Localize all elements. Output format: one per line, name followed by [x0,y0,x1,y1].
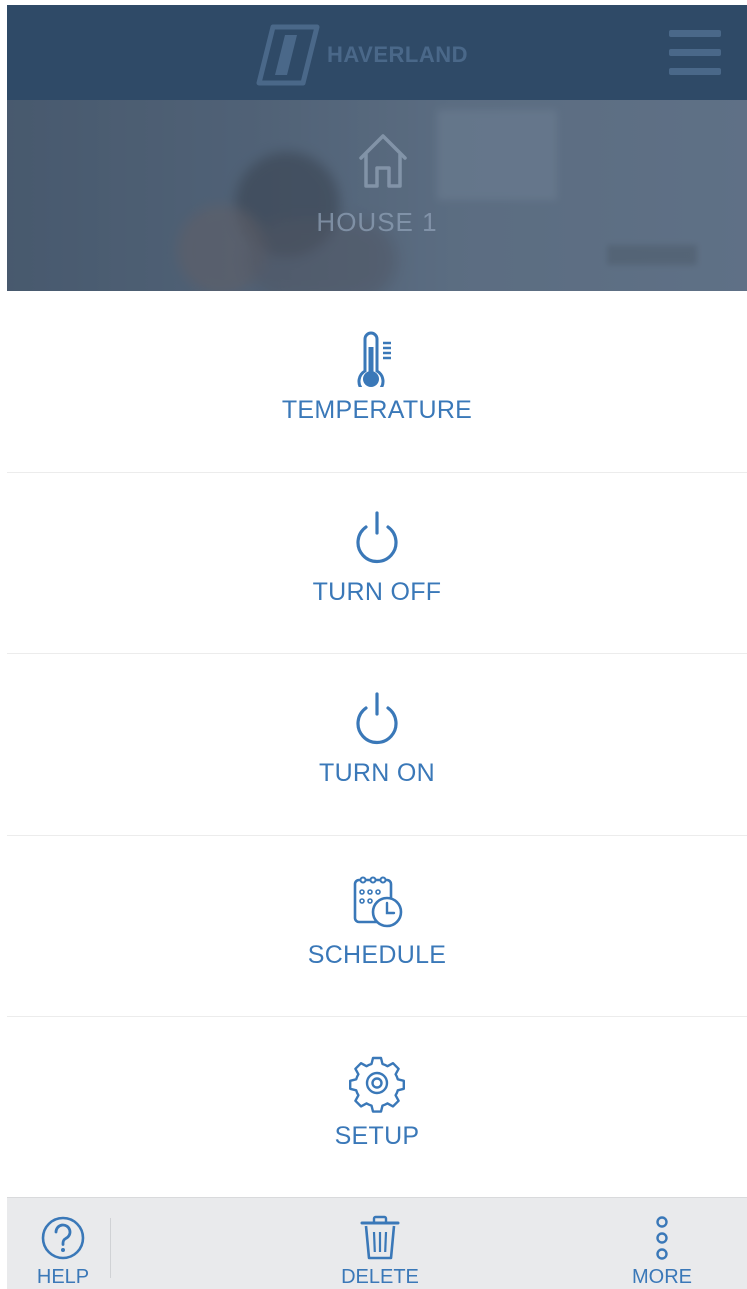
help-icon [41,1216,85,1260]
brand-name: HAVERLAND [327,42,468,67]
turn-off-label: TURN OFF [312,577,442,606]
action-menu: TEMPERATURE TURN OFF TURN ON SCHEDULE SE… [7,291,747,1199]
temperature-button[interactable]: TEMPERATURE [7,291,747,473]
thermometer-icon [357,331,391,387]
delete-label: DELETE [341,1266,419,1288]
setup-label: SETUP [334,1122,420,1150]
turn-on-button[interactable]: TURN ON [7,654,747,836]
more-vertical-icon [656,1216,668,1260]
turn-off-button[interactable]: TURN OFF [7,473,747,654]
house-name: HOUSE 1 [316,207,438,237]
toolbar-divider [110,1218,111,1278]
bottom-toolbar: HELP DELETE MORE [7,1197,747,1289]
help-label: HELP [36,1266,90,1288]
help-button[interactable]: HELP [7,1198,110,1289]
power-icon [356,510,398,563]
calendar-clock-icon [353,876,403,927]
app-frame: HAVERLAND HOUSE 1 TEMPERATURE TURN OFF T… [7,5,747,1289]
hamburger-menu-icon[interactable] [669,30,721,76]
setup-button[interactable]: SETUP [7,1017,747,1199]
turn-on-label: TURN ON [319,759,435,787]
trash-icon [360,1215,400,1260]
power-icon [356,692,398,745]
temperature-label: TEMPERATURE [281,396,473,424]
delete-button[interactable]: DELETE [320,1198,440,1289]
more-button[interactable]: MORE [602,1198,722,1289]
schedule-button[interactable]: SCHEDULE [7,836,747,1017]
gear-icon [349,1056,405,1113]
schedule-label: SCHEDULE [307,940,447,969]
haverland-logo-icon [256,24,320,86]
house-hero-image: HOUSE 1 [7,100,747,291]
house-icon [359,134,407,188]
top-bar: HAVERLAND [7,5,747,100]
haverland-logo: HAVERLAND [255,23,468,87]
more-label: MORE [632,1266,692,1288]
